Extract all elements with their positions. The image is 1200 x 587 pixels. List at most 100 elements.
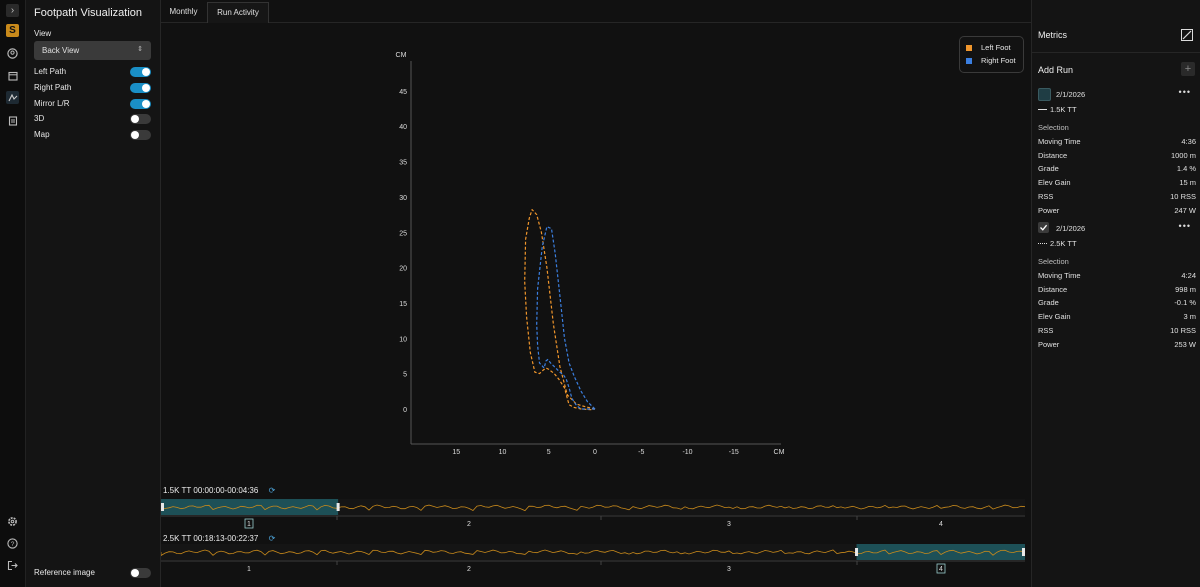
metric-value: 15 m [1179, 178, 1196, 188]
lap-number[interactable]: 2 [467, 521, 471, 528]
chart-series [524, 209, 596, 411]
timeline-selection[interactable] [856, 544, 1025, 560]
legend-left-foot[interactable]: Left Foot [966, 43, 1011, 52]
y-tick-label: 10 [399, 336, 407, 343]
metric-label: Grade [1038, 164, 1059, 174]
more-options-icon[interactable]: ••• [1179, 221, 1191, 231]
selection-handle[interactable] [855, 548, 859, 556]
view-select[interactable]: Back View ⇕ [34, 41, 151, 60]
metric-value: 998 m [1175, 284, 1196, 294]
panel-title: Footpath Visualization [34, 7, 143, 19]
run-name: 2.5K TT [1038, 239, 1077, 248]
lap-number[interactable]: 4 [939, 521, 943, 528]
metric-value: 1.4 % [1176, 164, 1196, 174]
logout-icon[interactable] [6, 559, 19, 572]
metric-value: 4:24 [1181, 271, 1196, 280]
tab-run-activity[interactable]: Run Activity [207, 2, 269, 23]
metric-label: RSS [1038, 325, 1054, 335]
run-checkbox[interactable] [1038, 222, 1049, 233]
series-line-left-foot [524, 209, 596, 411]
calendar-icon[interactable] [6, 69, 19, 82]
mirror-toggle[interactable] [130, 99, 151, 109]
timeline-track[interactable]: 1 2 3 4 [161, 482, 1031, 532]
line-style-swatch [1038, 109, 1047, 110]
metric-value: 10 RSS [1170, 325, 1196, 335]
run-date: 2/1/2026 [1056, 224, 1086, 233]
toggle-label-mirror: Mirror L/R [34, 99, 70, 108]
metrics-panel: Metrics Add Run + 2/1/2026 ••• 1.5K TT Sele… [1031, 0, 1200, 587]
timeline-run-1[interactable]: 1.5K TT 00:00:00-00:04:36 ⟳ 1234 [161, 482, 1031, 532]
legend-right-foot-label: Right Foot [981, 56, 1016, 65]
metric-label: RSS [1038, 191, 1054, 201]
3d-toggle[interactable] [130, 114, 151, 124]
lap-number[interactable]: 3 [727, 521, 731, 528]
toggle-label-3d: 3D [34, 114, 45, 123]
run-date: 2/1/2026 [1056, 90, 1086, 99]
tab-bar: Monthly Run Activity [161, 0, 1031, 23]
footpath-icon[interactable] [6, 91, 19, 104]
y-tick-label: 15 [399, 301, 407, 308]
view-label: View [34, 29, 52, 38]
left-path-toggle[interactable] [130, 67, 151, 77]
toggle-label-left-path: Left Path [34, 67, 67, 76]
legend-right-foot[interactable]: Right Foot [966, 56, 1016, 65]
logo-icon[interactable]: S [6, 24, 19, 37]
metric-label: Elev Gain [1038, 312, 1071, 322]
line-style-swatch [1038, 243, 1047, 244]
reference-image-toggle[interactable] [130, 568, 151, 578]
footpath-chart[interactable]: 0 5 10 15 20 25 30 35 40 45 15 10 5 0 -5 -10 -15 CM CM [161, 23, 1031, 478]
x-tick-label: -15 [729, 449, 739, 456]
y-tick-label: 30 [399, 195, 407, 202]
run-name: 1.5K TT [1038, 105, 1077, 114]
series-line-right-foot [536, 226, 596, 410]
selection-label: Selection [1038, 257, 1069, 266]
notes-icon[interactable] [6, 114, 19, 127]
metric-label: Elev Gain [1038, 178, 1071, 188]
icon-rail: › S ? [0, 0, 26, 587]
y-tick-label: 20 [399, 266, 407, 273]
selection-handle[interactable] [161, 503, 164, 511]
lap-number[interactable]: 1 [247, 566, 251, 573]
toggle-label-right-path: Right Path [34, 83, 72, 92]
legend-left-foot-label: Left Foot [981, 43, 1011, 52]
y-tick-label: 40 [399, 124, 407, 131]
svg-text:?: ? [11, 541, 15, 548]
reference-image-label: Reference image [34, 568, 95, 577]
chevron-right-icon[interactable]: › [6, 4, 19, 17]
selection-handle[interactable] [336, 503, 340, 511]
view-select-value: Back View [42, 46, 80, 55]
settings-icon[interactable] [6, 515, 19, 528]
metric-value: 253 W [1174, 339, 1196, 349]
metric-label: Moving Time [1038, 137, 1081, 146]
more-options-icon[interactable]: ••• [1179, 87, 1191, 97]
x-tick-label: 5 [547, 449, 551, 456]
metric-label: Power [1038, 205, 1060, 215]
timeline-run-2[interactable]: 2.5K TT 00:18:13-00:22:37 ⟳ 1234 [161, 532, 1031, 587]
user-icon[interactable] [6, 47, 19, 60]
legend-swatch-left-foot [966, 45, 972, 51]
run-checkbox[interactable] [1038, 88, 1051, 101]
timeline-track[interactable]: 1 2 3 4 [161, 532, 1031, 587]
lap-number[interactable]: 2 [467, 566, 471, 573]
lap-number[interactable]: 3 [727, 566, 731, 573]
metric-value: 4:36 [1181, 137, 1196, 146]
expand-icon[interactable] [1181, 29, 1193, 41]
tab-monthly[interactable]: Monthly [161, 2, 206, 22]
right-path-toggle[interactable] [130, 83, 151, 93]
lap-number[interactable]: 4 [939, 566, 943, 573]
metric-label: Moving Time [1038, 271, 1081, 280]
metric-value: 10 RSS [1170, 191, 1196, 201]
selection-handle[interactable] [1022, 548, 1025, 556]
lap-number[interactable]: 1 [247, 521, 251, 528]
y-axis-label: CM [396, 52, 407, 59]
legend-swatch-right-foot [966, 58, 972, 64]
add-run-button[interactable]: + [1181, 62, 1195, 76]
x-tick-label: 0 [593, 449, 597, 456]
help-icon[interactable]: ? [6, 537, 19, 550]
metrics-title: Metrics [1038, 30, 1067, 40]
metric-label: Distance [1038, 150, 1068, 160]
y-tick-label: 0 [403, 407, 407, 414]
map-toggle[interactable] [130, 130, 151, 140]
run-name-text: 2.5K TT [1050, 239, 1077, 248]
chart-axes: 0 5 10 15 20 25 30 35 40 45 15 10 5 0 -5 -10 -15 CM CM [396, 52, 785, 456]
